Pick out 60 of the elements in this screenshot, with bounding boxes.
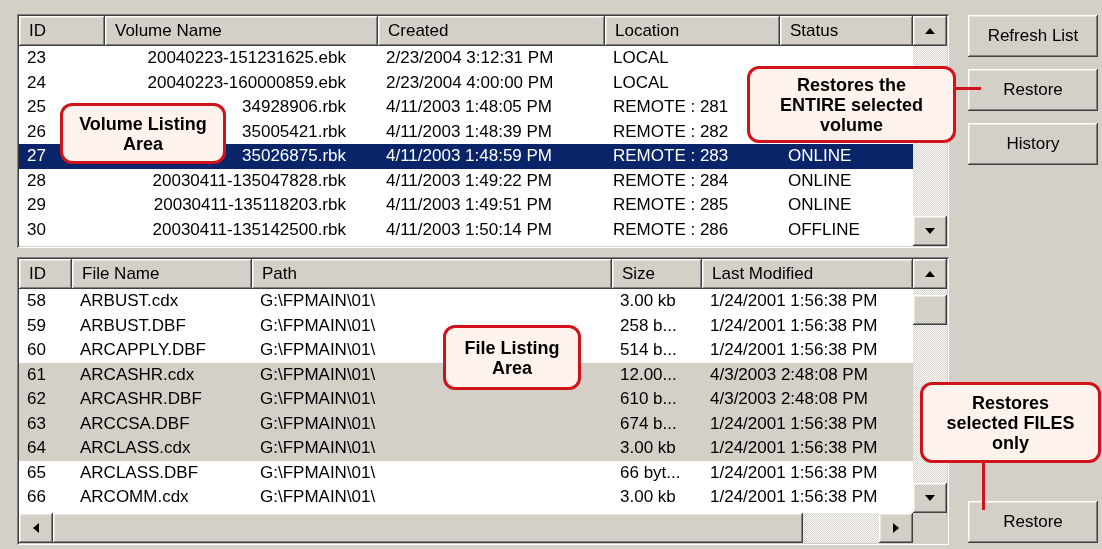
action-button[interactable]: Refresh List [968, 15, 1098, 57]
table-cell: 61 [19, 362, 72, 387]
table-cell: 4/3/2003 2:48:08 PM [702, 387, 913, 412]
up-arrow-icon [925, 28, 935, 34]
file-list[interactable] [17, 257, 949, 545]
column-header[interactable]: Size [612, 259, 702, 289]
scroll-thumb[interactable] [53, 513, 803, 543]
scroll-thumb[interactable] [913, 295, 947, 325]
table-cell: REMOTE : 283 [605, 144, 780, 169]
table-cell: G:\FPMAIN\01\ [252, 436, 612, 461]
column-header[interactable]: Created [378, 16, 605, 46]
table-cell: 63 [19, 411, 72, 436]
leader-line [982, 462, 985, 510]
scroll-up-button[interactable] [913, 16, 947, 46]
table-cell: G:\FPMAIN\01\ [252, 411, 612, 436]
action-button[interactable]: Restore [968, 69, 1098, 111]
scroll-down-button[interactable] [913, 216, 947, 246]
table-cell: 1/24/2001 1:56:38 PM [702, 411, 913, 436]
scrollbar-corner [913, 513, 947, 543]
scroll-up-button[interactable] [913, 259, 947, 289]
table-cell: ONLINE [780, 144, 913, 169]
restore-button[interactable]: Restore [968, 501, 1098, 543]
down-arrow-icon [925, 228, 935, 234]
column-header[interactable]: ID [19, 16, 105, 46]
table-cell: G:\FPMAIN\01\ [252, 387, 612, 412]
column-header[interactable]: File Name [72, 259, 252, 289]
callout: Volume Listing Area [60, 103, 226, 164]
table-cell: 64 [19, 436, 72, 461]
leader-line [955, 87, 981, 90]
table-cell: 4/11/2003 1:48:59 PM [378, 144, 605, 169]
table-cell: ARCASHR.cdx [72, 362, 252, 387]
left-arrow-icon [33, 523, 39, 533]
action-button[interactable]: History [968, 123, 1098, 165]
table-cell: 1/24/2001 1:56:38 PM [702, 436, 913, 461]
right-arrow-icon [893, 523, 899, 533]
callout: Restores the ENTIRE selected volume [747, 66, 956, 143]
table-cell: ARCASHR.DBF [72, 387, 252, 412]
up-arrow-icon [925, 271, 935, 277]
table-cell: 3.00 kb [612, 436, 702, 461]
scroll-right-button[interactable] [879, 513, 913, 543]
horizontal-scrollbar[interactable] [19, 513, 913, 543]
column-header[interactable]: Volume Name [105, 16, 378, 46]
column-header[interactable]: Path [252, 259, 612, 289]
column-header[interactable]: Last Modified [702, 259, 913, 289]
volume-list[interactable] [17, 14, 949, 248]
column-header[interactable]: Status [780, 16, 913, 46]
table-cell: 674 b... [612, 411, 702, 436]
table-cell: 4/3/2003 2:48:08 PM [702, 362, 913, 387]
down-arrow-icon [925, 495, 935, 501]
scroll-down-button[interactable] [913, 483, 947, 513]
table-cell: 610 b... [612, 387, 702, 412]
callout: File Listing Area [443, 325, 581, 390]
column-header[interactable]: ID [19, 259, 72, 289]
table-cell: ARCLASS.cdx [72, 436, 252, 461]
scroll-left-button[interactable] [19, 513, 53, 543]
table-cell: 62 [19, 387, 72, 412]
callout: Restores selected FILES only [920, 382, 1101, 463]
table-cell: 12.00... [612, 362, 702, 387]
column-header[interactable]: Location [605, 16, 780, 46]
table-cell: ARCCSA.DBF [72, 411, 252, 436]
